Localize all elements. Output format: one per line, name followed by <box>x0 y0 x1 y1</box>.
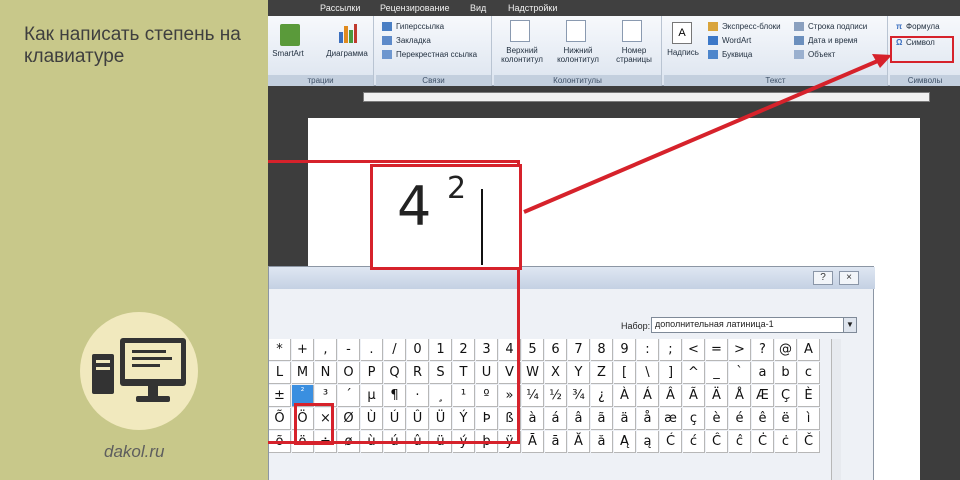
article-panel: Как написать степень на клавиатуре dakol… <box>0 0 268 480</box>
computer-icon <box>92 338 186 402</box>
computer-logo <box>80 312 198 430</box>
word-screenshot: Рассылки Рецензирование Вид Надстройки S… <box>268 0 960 480</box>
annotation-arrow <box>523 54 892 214</box>
article-title: Как написать степень на клавиатуре <box>24 24 241 67</box>
site-name: dakol.ru <box>104 442 165 461</box>
